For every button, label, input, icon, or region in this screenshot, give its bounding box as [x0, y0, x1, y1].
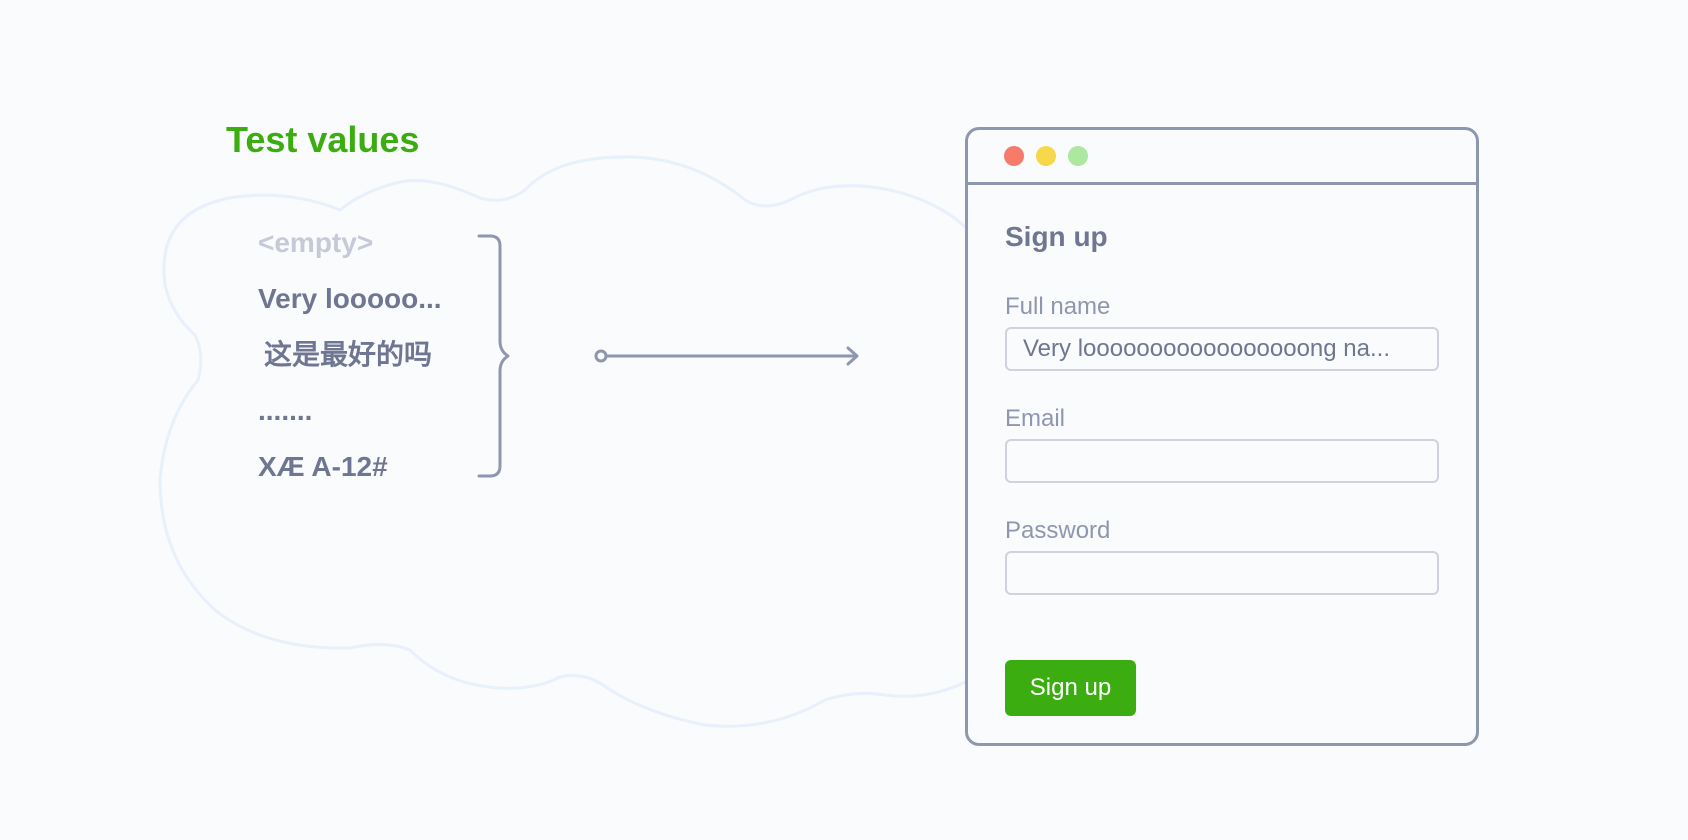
arrow-start-dot [594, 349, 608, 363]
curly-brace [477, 234, 510, 478]
email-input[interactable] [1005, 439, 1439, 483]
window-titlebar [968, 130, 1476, 185]
browser-window: Sign up Full name Email Password Sign up [965, 127, 1479, 746]
form-title: Sign up [1005, 221, 1108, 252]
password-input[interactable] [1005, 551, 1439, 595]
signup-form: Sign up Full name Email Password Sign up [1005, 221, 1439, 716]
email-label: Email [1005, 405, 1066, 432]
full-name-input[interactable] [1005, 327, 1439, 371]
password-label: Password [1005, 517, 1111, 544]
minimize-dot-icon[interactable] [1036, 146, 1056, 166]
full-name-label: Full name [1005, 293, 1111, 320]
sign-up-button[interactable]: Sign up [1005, 660, 1136, 716]
diagram-canvas: Test values <empty> Very looooo... 这是最好的… [0, 0, 1688, 840]
maximize-dot-icon[interactable] [1068, 146, 1088, 166]
close-dot-icon[interactable] [1004, 146, 1024, 166]
